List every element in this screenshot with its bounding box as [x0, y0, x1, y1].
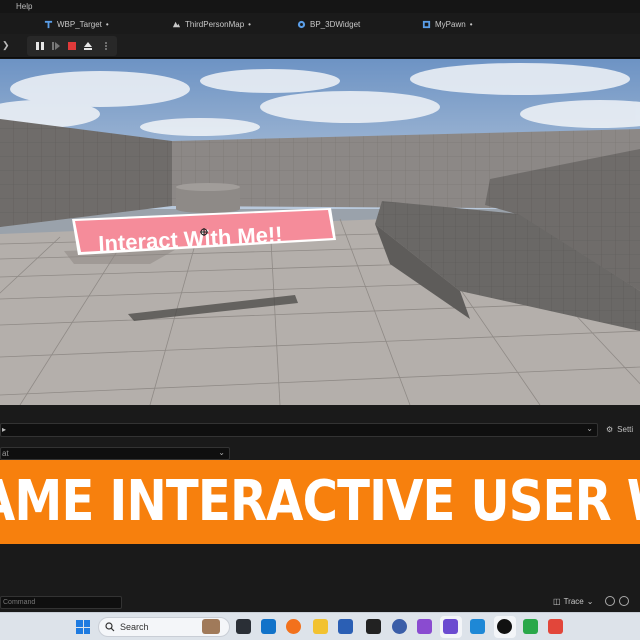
log-filter-field[interactable]: ▸ ⌄ [0, 423, 598, 437]
pause-icon[interactable] [35, 41, 45, 51]
tab-thirdpersonmap[interactable]: ThirdPersonMap • [172, 16, 251, 32]
level-toolbar: ❯ [0, 34, 640, 58]
cylinder-platform [176, 183, 240, 213]
tab-mypawn[interactable]: MyPawn • [422, 16, 473, 32]
unreal-engine-icon[interactable] [497, 619, 512, 634]
banner-title: AME INTERACTIVE USER W [0, 469, 640, 534]
windows-start-icon[interactable] [76, 620, 90, 634]
stop-icon[interactable] [67, 41, 77, 51]
firefox-icon[interactable] [286, 619, 301, 634]
play-controls [27, 36, 117, 56]
blueprint-actor-icon [297, 20, 306, 28]
game-viewport[interactable]: Interact With Me!! [0, 59, 640, 405]
outlook-icon[interactable] [261, 619, 276, 634]
vscode-icon[interactable] [470, 619, 485, 634]
asset-tab-bar: WBP_Target • ThirdPersonMap • BP_3DWidget … [0, 13, 640, 34]
file-explorer-icon[interactable] [313, 619, 328, 634]
epic-games-icon[interactable] [366, 619, 381, 634]
status-icons [605, 596, 629, 606]
windows-taskbar: Search [0, 612, 640, 640]
chevron-down-icon: ⌄ [586, 597, 594, 606]
record-icon[interactable] [605, 596, 615, 606]
help-menu[interactable]: Help [16, 2, 32, 11]
trace-icon: ◫ [553, 597, 561, 606]
search-icon [105, 622, 115, 632]
source-control-icon[interactable] [619, 596, 629, 606]
chevron-down-icon[interactable]: ❯ [2, 40, 10, 51]
chevron-down-icon[interactable]: ⌄ [218, 448, 225, 457]
task-view-icon[interactable] [236, 619, 251, 634]
trace-button[interactable]: ◫ Trace ⌄ [553, 597, 593, 606]
log-category-select[interactable]: at ⌄ [0, 447, 230, 460]
command-bar: Command ◫ Trace ⌄ [0, 594, 640, 612]
more-options-icon[interactable] [101, 41, 111, 51]
chevron-down-icon[interactable]: ⌄ [586, 424, 593, 433]
tab-bp-3dwidget[interactable]: BP_3DWidget [297, 16, 360, 32]
camtasia-icon[interactable] [523, 619, 538, 634]
skip-frame-icon[interactable] [51, 41, 61, 51]
pawn-blueprint-icon [422, 20, 431, 28]
app-thumbnail-icon[interactable] [202, 619, 220, 634]
tab-label: MyPawn [435, 19, 466, 29]
title-banner: AME INTERACTIVE USER W [0, 460, 640, 544]
settings-button[interactable]: ⚙ Setti [606, 425, 633, 434]
eject-icon[interactable] [83, 41, 93, 51]
widget-blueprint-icon [44, 20, 53, 28]
gear-icon: ⚙ [606, 425, 614, 434]
visual-studio-icon[interactable] [417, 619, 432, 634]
word-icon[interactable] [338, 619, 353, 634]
globe-icon[interactable] [392, 619, 407, 634]
level-scene: Interact With Me!! [0, 59, 640, 405]
tab-label: BP_3DWidget [310, 19, 361, 29]
recorder-icon[interactable] [548, 619, 563, 634]
level-map-icon [172, 21, 181, 27]
tab-label: WBP_Target [57, 19, 102, 29]
v-app-icon[interactable] [443, 619, 458, 634]
menu-bar: Help [0, 0, 640, 13]
console-command-input[interactable]: Command [0, 596, 122, 609]
tab-label: ThirdPersonMap [185, 19, 245, 29]
tab-wbp-target[interactable]: WBP_Target • [44, 16, 109, 32]
